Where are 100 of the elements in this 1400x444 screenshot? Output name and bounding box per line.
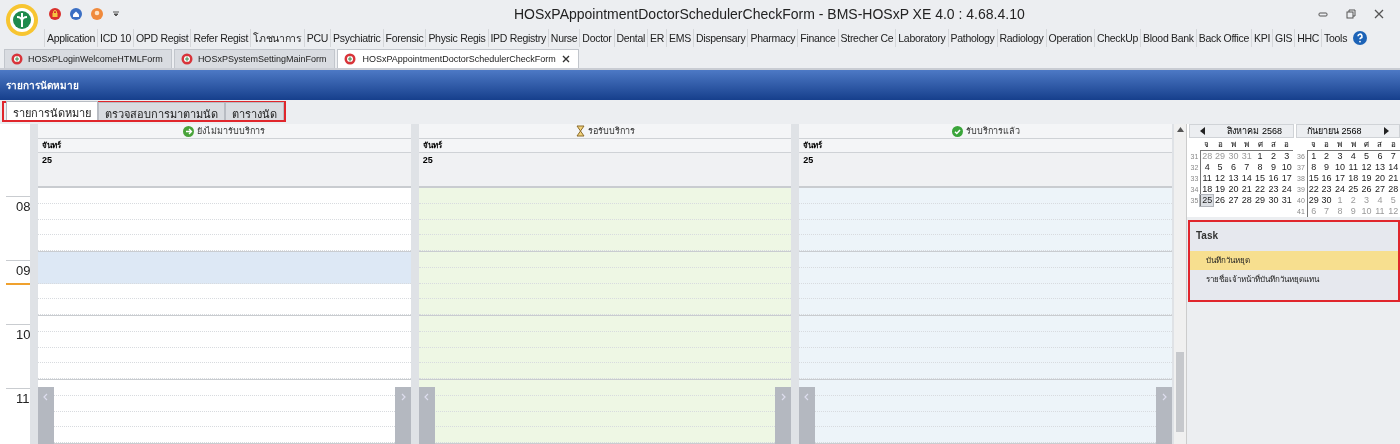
ribbon-tab[interactable]: HHC <box>1294 29 1322 47</box>
calendar-day[interactable]: 16 <box>1266 173 1281 184</box>
scrollbar[interactable] <box>1174 124 1187 444</box>
calendar-day[interactable]: 23 <box>1266 184 1281 195</box>
calendar-day[interactable]: 19 <box>1213 184 1227 195</box>
calendar-day[interactable]: 26 <box>1213 195 1227 206</box>
ribbon-tab[interactable]: Forensic <box>382 29 426 47</box>
calendar-day[interactable]: 6 <box>1226 162 1241 173</box>
calendar-day[interactable]: 29 <box>1253 195 1267 206</box>
calendar-day[interactable]: 28 <box>1240 195 1254 206</box>
ribbon-tab[interactable]: Nurse <box>547 29 580 47</box>
scroll-thumb[interactable] <box>1176 352 1184 432</box>
document-tab[interactable]: HOSxPLoginWelcomeHTMLForm <box>4 49 172 68</box>
ribbon-tab[interactable]: ER <box>647 29 667 47</box>
calendar-day[interactable]: 8 <box>1306 162 1320 173</box>
ribbon-tab[interactable]: PCU <box>303 29 331 47</box>
calendar-day[interactable]: 12 <box>1359 162 1374 173</box>
ribbon-tab[interactable]: Strecher Ce <box>837 29 896 47</box>
ribbon-tab[interactable]: Back Office <box>1195 29 1251 47</box>
ribbon-tab[interactable]: Laboratory <box>895 29 948 47</box>
ribbon-tab[interactable]: Operation <box>1045 29 1094 47</box>
ribbon-tab[interactable]: OPD Regist <box>132 29 191 47</box>
ribbon-tab[interactable]: Refer Regist <box>190 29 251 47</box>
calendar-day[interactable]: 5 <box>1213 162 1227 173</box>
calendar-day[interactable]: 20 <box>1226 184 1241 195</box>
calendar-day[interactable]: 26 <box>1359 184 1374 195</box>
calendar-day[interactable]: 7 <box>1240 162 1254 173</box>
calendar-day[interactable]: 7 <box>1386 151 1400 162</box>
ribbon-tab[interactable]: CheckUp <box>1093 29 1141 47</box>
calendar-day[interactable]: 29 <box>1306 195 1320 206</box>
ribbon-tab[interactable]: Application <box>44 29 98 47</box>
close-icon[interactable] <box>561 55 570 63</box>
calendar-day[interactable]: 24 <box>1333 184 1347 195</box>
task-item[interactable]: รายชื่อเจ้าหน้าที่บันทึกวันหยุดแทน <box>1190 270 1398 289</box>
calendar-day[interactable]: 1 <box>1253 151 1267 162</box>
ribbon-tab[interactable]: Physic Regis <box>425 29 488 47</box>
calendar-day[interactable]: 24 <box>1280 184 1294 195</box>
ribbon-tab[interactable]: Dental <box>613 29 648 47</box>
calendar-day[interactable]: 27 <box>1226 195 1241 206</box>
calendar-day[interactable]: 9 <box>1319 162 1334 173</box>
calendar-day[interactable]: 21 <box>1386 173 1400 184</box>
calendar-day[interactable]: 2 <box>1319 151 1334 162</box>
view-tab[interactable]: รายการนัดหมาย <box>6 101 98 120</box>
calendar-day[interactable]: 5 <box>1359 151 1374 162</box>
calendar-day[interactable]: 13 <box>1373 162 1387 173</box>
ribbon-tab[interactable]: EMS <box>666 29 693 47</box>
calendar-day[interactable]: 20 <box>1373 173 1387 184</box>
minimize-icon[interactable] <box>1318 9 1328 19</box>
lock-icon[interactable] <box>49 8 61 20</box>
calendar-day[interactable]: 11 <box>1346 162 1360 173</box>
calendar-day[interactable]: 3 <box>1333 151 1347 162</box>
calendar-day[interactable]: 22 <box>1306 184 1320 195</box>
calendar-day[interactable]: 17 <box>1333 173 1347 184</box>
calendar-day[interactable]: 8 <box>1253 162 1267 173</box>
calendar-day[interactable]: 28 <box>1386 184 1400 195</box>
ribbon-tab[interactable]: Blood Bank <box>1140 29 1196 47</box>
user-icon[interactable] <box>91 8 103 20</box>
app-logo-icon[interactable] <box>5 3 39 37</box>
view-tab[interactable]: ตารางนัด <box>225 102 284 120</box>
dropdown-icon[interactable] <box>112 10 120 18</box>
calendar-day[interactable]: 2 <box>1266 151 1281 162</box>
calendar-day[interactable]: 15 <box>1253 173 1267 184</box>
ribbon-tab[interactable]: Dispensary <box>692 29 748 47</box>
ribbon-tab[interactable]: Pathology <box>947 29 997 47</box>
calendar-day[interactable]: 16 <box>1319 173 1334 184</box>
calendar-day[interactable]: 14 <box>1386 162 1400 173</box>
ribbon-tab[interactable]: Radiology <box>996 29 1046 47</box>
calendar-day[interactable]: 30 <box>1266 195 1281 206</box>
calendar-day[interactable]: 6 <box>1373 151 1387 162</box>
calendar-day[interactable]: 4 <box>1200 162 1214 173</box>
calendar-day[interactable]: 4 <box>1346 151 1360 162</box>
calendar-day[interactable]: 25 <box>1346 184 1360 195</box>
calendar-day[interactable]: 9 <box>1266 162 1281 173</box>
view-tab[interactable]: ตรวจสอบการมาตามนัด <box>98 102 225 120</box>
calendar-day[interactable]: 10 <box>1333 162 1347 173</box>
calendar-day[interactable]: 14 <box>1240 173 1254 184</box>
calendar-day[interactable]: 1 <box>1306 151 1320 162</box>
ribbon-tab[interactable]: Tools <box>1321 29 1350 47</box>
document-tab[interactable]: HOSxPAppointmentDoctorSchedulerCheckForm <box>337 49 579 68</box>
calendar-day[interactable]: 3 <box>1280 151 1294 162</box>
calendar-day[interactable]: 30 <box>1319 195 1334 206</box>
ribbon-tab[interactable]: ICD 10 <box>97 29 133 47</box>
next-appointment-button[interactable] <box>394 387 411 444</box>
task-item[interactable]: บันทึกวันหยุด <box>1190 251 1398 270</box>
calendar-day[interactable]: 27 <box>1373 184 1387 195</box>
restore-icon[interactable] <box>1346 9 1356 19</box>
next-month-icon[interactable] <box>1383 127 1389 135</box>
calendar-day[interactable]: 12 <box>1213 173 1227 184</box>
calendar-day[interactable]: 15 <box>1306 173 1320 184</box>
home-icon[interactable] <box>70 8 82 20</box>
ribbon-tab[interactable]: KPI <box>1251 29 1272 47</box>
document-tab[interactable]: HOSxPSystemSettingMainForm <box>173 49 336 68</box>
calendar-day[interactable]: 10 <box>1280 162 1294 173</box>
ribbon-tab[interactable]: Finance <box>797 29 838 47</box>
previous-month-icon[interactable] <box>1200 127 1206 135</box>
calendar-day[interactable]: 11 <box>1200 173 1214 184</box>
scroll-up-icon[interactable] <box>1176 127 1184 132</box>
ribbon-tab[interactable]: Psychiatric <box>330 29 383 47</box>
calendar-day[interactable]: 22 <box>1253 184 1267 195</box>
ribbon-tab[interactable]: Doctor <box>579 29 614 47</box>
